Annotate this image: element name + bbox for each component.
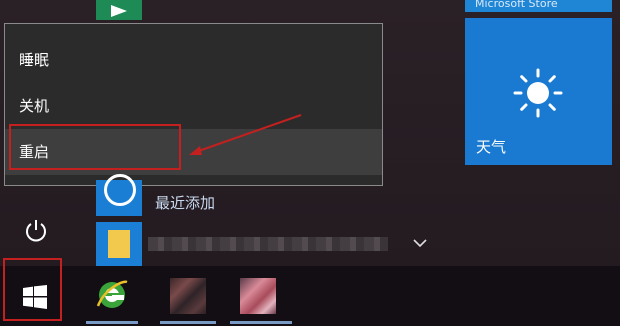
- annotation-arrow: [189, 114, 302, 155]
- taskbar-app-1[interactable]: [170, 278, 206, 314]
- recently-added-label: 最近添加: [155, 194, 216, 212]
- recent-ring-icon: [104, 174, 136, 206]
- power-icon[interactable]: [24, 218, 48, 242]
- folder-icon: [108, 230, 130, 258]
- chevron-down-icon[interactable]: [412, 238, 428, 248]
- app-tile-green[interactable]: [96, 0, 142, 20]
- app-list-folder-tile[interactable]: [96, 222, 142, 266]
- app-glyph-icon: [111, 5, 127, 17]
- restart-highlight-annotation: [9, 124, 181, 170]
- taskbar-app-2[interactable]: [240, 278, 276, 314]
- sun-icon: [513, 68, 563, 118]
- tile-weather[interactable]: 天气: [465, 18, 612, 165]
- internet-explorer-icon[interactable]: [94, 276, 130, 312]
- taskbar-active-indicator: [86, 321, 138, 324]
- recent-app-icon[interactable]: [96, 174, 142, 216]
- tile-store[interactable]: Microsoft Store: [465, 0, 612, 12]
- blurred-app-name: [148, 237, 388, 251]
- taskbar-active-indicator: [160, 321, 216, 324]
- tile-weather-label: 天气: [476, 138, 507, 156]
- taskbar: [0, 266, 620, 326]
- windows-logo-icon[interactable]: [23, 285, 47, 309]
- taskbar-active-indicator: [230, 321, 292, 324]
- menu-item-sleep[interactable]: 睡眠: [5, 37, 382, 83]
